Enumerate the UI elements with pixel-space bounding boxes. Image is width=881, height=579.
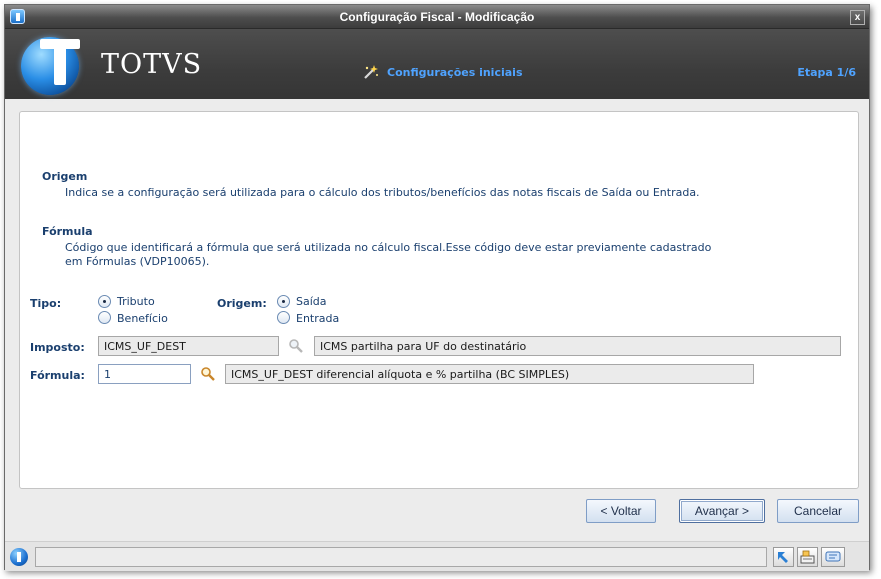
origem-saida-label[interactable]: Saída	[296, 295, 327, 308]
totvs-status-icon[interactable]	[10, 548, 28, 566]
magic-wand-icon	[364, 65, 378, 79]
window-title: Configuração Fiscal - Modificação	[339, 10, 535, 24]
origem-label: Origem:	[217, 297, 267, 310]
chat-icon[interactable]	[821, 547, 845, 567]
help-origem-title: Origem	[42, 170, 88, 183]
title-bar[interactable]: Configuração Fiscal - Modificação x	[5, 5, 869, 29]
formula-label: Fórmula:	[30, 369, 85, 382]
tipo-tributo-label[interactable]: Tributo	[117, 295, 155, 308]
step-counter: Etapa 1/6	[797, 66, 856, 79]
status-bar	[5, 541, 869, 571]
totvs-t-logo	[40, 39, 80, 87]
imposto-label: Imposto:	[30, 341, 85, 354]
wizard-content-panel: Origem Indica se a configuração será uti…	[19, 111, 859, 489]
origem-saida-radio[interactable]	[277, 295, 290, 308]
step-title: Configurações iniciais	[387, 66, 523, 79]
help-formula-title: Fórmula	[42, 225, 93, 238]
origem-entrada-radio[interactable]	[277, 311, 290, 324]
brand-name: TOTVS	[101, 49, 203, 80]
keyboard-icon[interactable]	[797, 547, 818, 567]
close-button[interactable]: x	[850, 10, 865, 25]
formula-description-field: ICMS_UF_DEST diferencial alíquota e % pa…	[225, 364, 754, 384]
avancar-button[interactable]: Avançar >	[679, 499, 765, 523]
imposto-lookup-icon[interactable]	[288, 338, 304, 354]
status-message-field	[35, 547, 767, 567]
tipo-label: Tipo:	[30, 297, 62, 310]
resize-icon[interactable]	[773, 547, 794, 567]
tipo-beneficio-radio[interactable]	[98, 311, 111, 324]
cancelar-button[interactable]: Cancelar	[777, 499, 859, 523]
help-formula-text-1: Código que identificará a fórmula que se…	[65, 241, 712, 254]
voltar-button[interactable]: < Voltar	[586, 499, 656, 523]
tipo-beneficio-label[interactable]: Benefício	[117, 312, 168, 325]
wizard-banner: TOTVS Configurações iniciais Etapa 1/6	[5, 29, 869, 99]
configuracao-fiscal-window: Configuração Fiscal - Modificação x TOTV…	[4, 4, 870, 571]
help-formula-text-2: em Fórmulas (VDP10065).	[65, 255, 210, 268]
imposto-code-field[interactable]: ICMS_UF_DEST	[98, 336, 279, 356]
formula-code-input[interactable]: 1	[98, 364, 191, 384]
formula-lookup-icon[interactable]	[200, 366, 216, 382]
tipo-tributo-radio[interactable]	[98, 295, 111, 308]
origem-entrada-label[interactable]: Entrada	[296, 312, 339, 325]
help-origem-text: Indica se a configuração será utilizada …	[65, 186, 700, 199]
imposto-description-field: ICMS partilha para UF do destinatário	[314, 336, 841, 356]
